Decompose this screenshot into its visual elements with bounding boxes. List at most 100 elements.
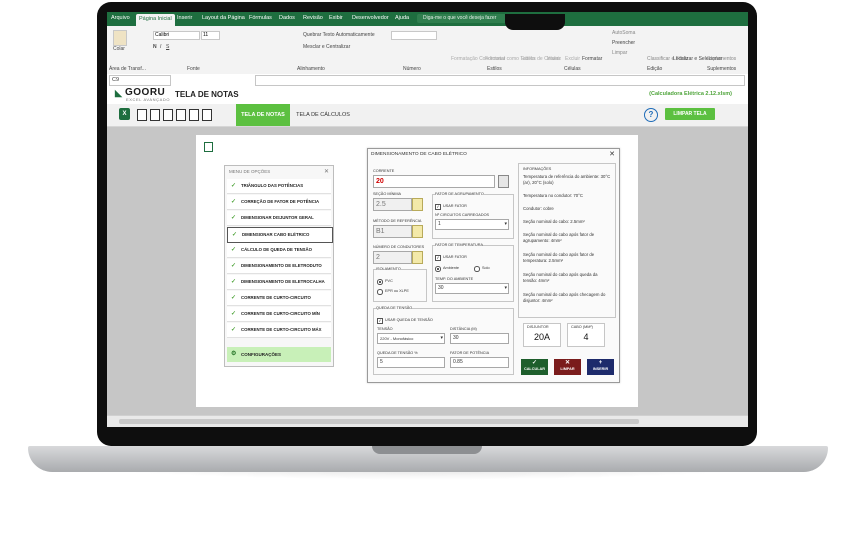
scrollbar-thumb[interactable] xyxy=(119,419,639,424)
tab-dados[interactable]: Dados xyxy=(279,15,295,21)
menu-item[interactable]: ✓ DIMENSIONAMENTO DE ELETROCALHA xyxy=(227,275,331,290)
tab-pagina-inicial[interactable]: Página Inicial xyxy=(136,14,175,26)
clear-button[interactable]: Limpar xyxy=(612,50,627,56)
usar-queda-checkbox[interactable]: ✓ xyxy=(377,318,383,324)
calcular-button[interactable]: ✓ CALCULAR xyxy=(521,359,548,375)
wrap-text-button[interactable]: Quebrar Texto Automaticamente xyxy=(303,32,375,38)
condutores-input[interactable]: 2 xyxy=(373,251,412,264)
radio-pvc[interactable] xyxy=(377,279,383,285)
group-number: Número xyxy=(403,66,421,72)
group-cells: Células xyxy=(564,66,581,72)
tell-me-search[interactable]: Diga-me o que você deseja fazer xyxy=(417,14,518,23)
usar-fator-temperatura-checkbox[interactable]: ✓ xyxy=(435,255,441,261)
temp-ambiente-select[interactable]: 30 ▾ xyxy=(435,283,509,294)
fator-potencia-input[interactable]: 0.85 xyxy=(450,357,509,368)
chevron-down-icon: ▾ xyxy=(440,335,443,341)
delete-cells-button[interactable]: Excluir xyxy=(565,56,580,62)
tab-desenvolvedor[interactable]: Desenvolvedor xyxy=(352,15,389,21)
fill-button[interactable]: Preencher xyxy=(612,40,635,46)
corrente-input[interactable]: 20 xyxy=(373,175,495,188)
selected-cell[interactable] xyxy=(204,142,213,152)
tab-tela-notas[interactable]: TELA DE NOTAS xyxy=(236,104,290,126)
menu-item[interactable]: ✓ CORRENTE DE CURTO-CIRCUITO MÁX xyxy=(227,323,331,338)
save-icon[interactable] xyxy=(137,109,147,121)
menu-item-label: DIMENSIONAMENTO DE ELETROCALHA xyxy=(241,279,325,284)
gear-icon: ⚙ xyxy=(231,351,237,357)
font-name-select[interactable]: Calibri xyxy=(153,31,200,40)
menu-item[interactable]: ✓ CORREÇÃO DE FATOR DE POTÊNCIA xyxy=(227,195,331,210)
distancia-input[interactable]: 30 xyxy=(450,333,509,344)
menu-item[interactable]: ✓ CÁLCULO DE QUEDA DE TENSÃO xyxy=(227,243,331,258)
formula-input[interactable] xyxy=(255,75,745,86)
limpar-button[interactable]: ✕ LIMPAR xyxy=(554,359,581,375)
merge-button[interactable]: Mesclar e Centralizar xyxy=(303,44,350,50)
secao-input[interactable]: 2.5 xyxy=(373,198,412,211)
condutores-label: NÚMERO DE CONDUTORES xyxy=(373,245,425,249)
bold-icon[interactable]: N xyxy=(153,44,157,50)
tab-arquivo[interactable]: Arquivo xyxy=(111,15,130,21)
autosum-button[interactable]: AutoSoma xyxy=(612,30,635,36)
tab-exibir[interactable]: Exibir xyxy=(329,15,343,21)
metodo-lookup-button[interactable] xyxy=(412,225,423,238)
excel-icon[interactable]: X xyxy=(119,108,130,120)
app-toolbar: X TELA DE NOTAS TELA DE CÁLCULOS ? LIMPA… xyxy=(107,104,748,127)
underline-icon[interactable]: S xyxy=(166,44,169,50)
condutores-lookup-button[interactable] xyxy=(412,251,423,264)
plus-icon: + xyxy=(598,360,603,366)
export-icon[interactable] xyxy=(163,109,173,121)
queda-pct-input[interactable]: 5 xyxy=(377,357,445,368)
disjuntor-value: 20A xyxy=(533,332,550,342)
addins-button[interactable]: Suplementos xyxy=(707,56,736,62)
options-menu: MENU DE OPÇÕES ✕ ✓ TRIÂNGULO DAS POTÊNCIA… xyxy=(224,165,334,367)
tensao-select[interactable]: 220V - Monofásico ▾ xyxy=(377,333,445,344)
fator-potencia-label: FATOR DE POTÊNCIA xyxy=(450,351,490,355)
menu-item-label: TRIÂNGULO DAS POTÊNCIAS xyxy=(241,183,304,188)
menu-item[interactable]: ✓ CORRENTE DE CURTO-CIRCUITO MÍN xyxy=(227,307,331,322)
menu-item[interactable]: ✓ DIMENSIONAR DISJUNTOR GERAL xyxy=(227,211,331,226)
tab-ajuda[interactable]: Ajuda xyxy=(395,15,409,21)
tab-formulas[interactable]: Fórmulas xyxy=(249,15,272,21)
check-icon: ✓ xyxy=(231,327,237,333)
metodo-input[interactable]: B1 xyxy=(373,225,412,238)
circuitos-select[interactable]: 1 ▾ xyxy=(435,219,509,230)
clear-screen-button[interactable]: LIMPAR TELA xyxy=(665,108,715,120)
open-icon[interactable] xyxy=(189,109,199,121)
radio-epr[interactable] xyxy=(377,289,383,295)
config-label: CONFIGURAÇÕES xyxy=(241,352,282,357)
config-button[interactable]: ⚙ CONFIGURAÇÕES xyxy=(227,347,331,362)
info-line: Temperatura no condutor: 70°C xyxy=(523,193,583,198)
check-icon: ✓ xyxy=(231,199,237,205)
format-cells-button[interactable]: Formatar xyxy=(582,56,602,62)
usar-fator-agrupamento-checkbox[interactable]: ✓ xyxy=(435,204,441,210)
secao-lookup-button[interactable] xyxy=(412,198,423,211)
radio-ambiente[interactable] xyxy=(435,266,441,272)
camera-notch xyxy=(505,14,565,30)
help-icon[interactable]: ? xyxy=(644,108,658,122)
menu-item[interactable]: ✓ TRIÂNGULO DAS POTÊNCIAS xyxy=(227,179,331,194)
calculator-icon[interactable] xyxy=(498,175,509,188)
tab-layout[interactable]: Layout da Página xyxy=(202,15,245,21)
italic-icon[interactable]: I xyxy=(160,44,161,50)
menu-item-selected[interactable]: ✓ DIMENSIONAR CABO ELÉTRICO xyxy=(227,227,333,243)
expand-icon[interactable] xyxy=(176,109,186,121)
tab-revisao[interactable]: Revisão xyxy=(303,15,323,21)
check-icon: ✓ xyxy=(232,232,238,238)
dialog-close-icon[interactable]: ✕ xyxy=(609,150,615,158)
menu-close-icon[interactable]: ✕ xyxy=(324,168,329,175)
insert-cells-button[interactable]: Inserir xyxy=(547,56,561,62)
menu-item[interactable]: ✓ DIMENSIONAMENTO DE ELETRODUTO xyxy=(227,259,331,274)
horizontal-scrollbar[interactable] xyxy=(107,415,748,427)
inserir-button[interactable]: + INSERIR xyxy=(587,359,614,375)
print-icon[interactable] xyxy=(150,109,160,121)
tab-tela-calculos[interactable]: TELA DE CÁLCULOS xyxy=(293,104,353,126)
paste-icon[interactable] xyxy=(113,30,127,46)
tab-inserir[interactable]: Inserir xyxy=(177,15,192,21)
font-size-select[interactable]: 11 xyxy=(201,31,220,40)
menu-item[interactable]: ✓ CORRENTE DE CURTO-CIRCUITO xyxy=(227,291,331,306)
radio-solo[interactable] xyxy=(474,266,480,272)
circuitos-label: Nº CIRCUITOS CARREGADOS xyxy=(435,213,490,217)
number-format-select[interactable] xyxy=(391,31,437,40)
check-icon: ✓ xyxy=(231,311,237,317)
name-box[interactable]: C9 xyxy=(109,75,171,86)
close-doc-icon[interactable] xyxy=(202,109,212,121)
